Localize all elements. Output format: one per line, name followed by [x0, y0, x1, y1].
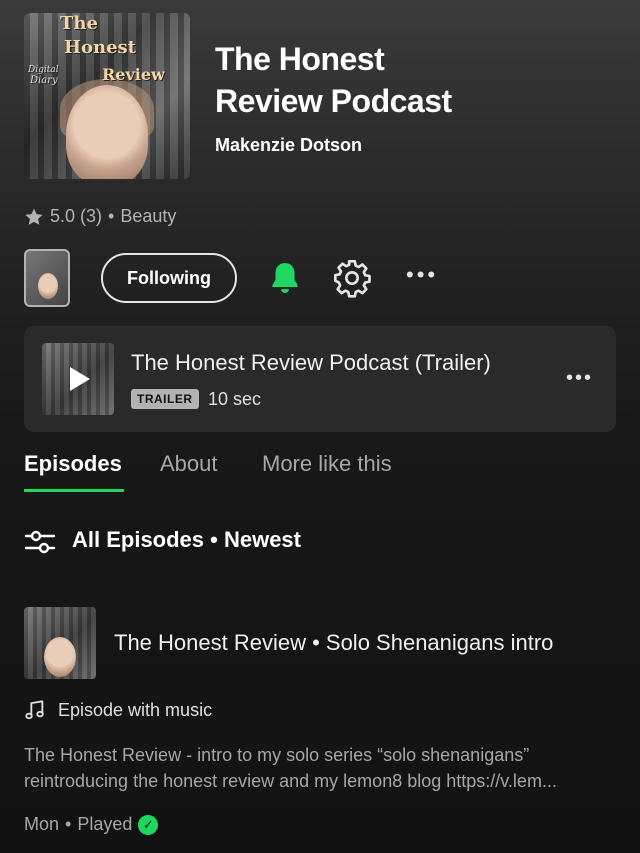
podcast-title-line1: The Honest [215, 41, 385, 77]
podcast-category[interactable]: Beauty [120, 206, 176, 227]
episode-music-indicator: Episode with music [24, 699, 212, 721]
podcast-thumbnail-button[interactable] [24, 249, 70, 307]
more-options-button[interactable]: ••• [406, 262, 438, 288]
trailer-title[interactable]: The Honest Review Podcast (Trailer) [131, 350, 491, 376]
trailer-artwork[interactable] [42, 343, 114, 415]
cover-word-honest: Honest [64, 37, 136, 58]
episode-description-line1: The Honest Review - intro to my solo ser… [24, 745, 530, 765]
rating-value: 5.0 (3) [50, 206, 103, 226]
active-tab-indicator [24, 489, 124, 492]
trailer-duration: 10 sec [208, 389, 262, 409]
episode-filter-label[interactable]: All Episodes • Newest [72, 527, 301, 553]
podcast-cover-art: The Honest Review Digital Diary [24, 13, 190, 179]
trailer-badge: TRAILER [131, 389, 199, 409]
music-label: Episode with music [58, 699, 213, 720]
bell-icon[interactable] [266, 258, 304, 298]
tab-episodes[interactable]: Episodes [24, 451, 122, 477]
cover-portrait [66, 85, 148, 179]
podcast-author[interactable]: Makenzie Dotson [215, 135, 362, 156]
tab-more-like-this[interactable]: More like this [262, 451, 392, 477]
star-icon [25, 208, 43, 225]
cover-script-digital: Digital [28, 65, 59, 75]
rating-separator: • [108, 206, 115, 226]
trailer-more-options-button[interactable]: ••• [566, 367, 593, 390]
tab-about[interactable]: About [160, 451, 218, 477]
cover-word-review: Review [102, 65, 165, 84]
rating-row[interactable]: 5.0 (3) • Beauty [24, 206, 176, 227]
episode-status: Played [77, 814, 133, 834]
podcast-title: The Honest Review Podcast [215, 38, 615, 122]
played-check-icon: ✓ [138, 814, 159, 835]
play-icon[interactable] [70, 367, 90, 391]
episode-artwork[interactable] [24, 607, 96, 679]
music-note-icon [25, 700, 44, 720]
gear-icon[interactable] [332, 258, 372, 298]
thumbnail-portrait [38, 273, 58, 299]
episode-meta-separator: • [65, 814, 72, 834]
episode-day: Mon [24, 814, 60, 834]
cover-word-the: The [60, 13, 98, 34]
filter-sliders-icon[interactable] [24, 528, 56, 556]
episode-art-portrait [44, 637, 76, 677]
episode-title[interactable]: The Honest Review • Solo Shenanigans int… [114, 630, 553, 656]
episode-meta: Mon • Played ✓ [24, 814, 159, 835]
cover-script-diary: Diary [30, 75, 58, 86]
following-button[interactable]: Following [101, 253, 237, 303]
episode-description[interactable]: The Honest Review - intro to my solo ser… [24, 742, 620, 794]
episode-description-line2: reintroducing the honest review and my l… [24, 771, 557, 791]
podcast-title-line2: Review Podcast [215, 83, 452, 119]
